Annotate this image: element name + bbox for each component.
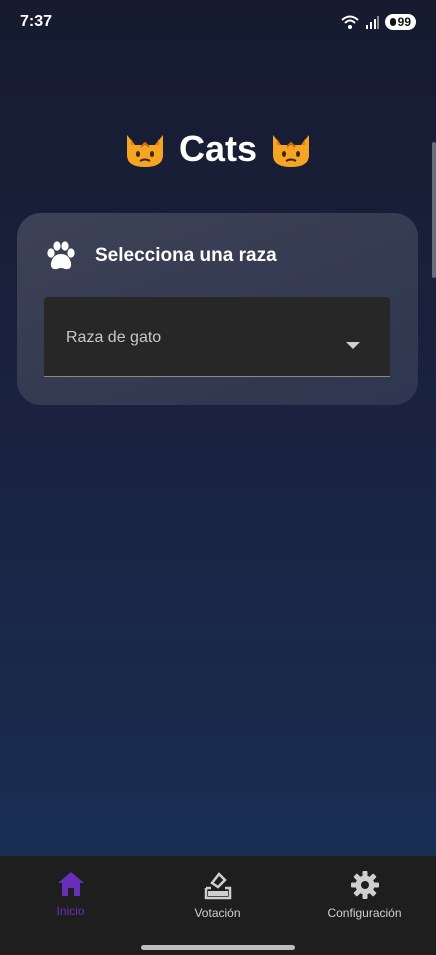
breed-dropdown[interactable]: Raza de gato xyxy=(44,297,390,377)
battery-icon xyxy=(389,18,396,26)
dropdown-label: Raza de gato xyxy=(66,329,162,346)
paw-icon xyxy=(47,241,75,270)
cat-face-icon xyxy=(126,135,163,167)
nav-label: Votación xyxy=(194,906,241,920)
card-header: Selecciona una raza xyxy=(45,241,277,271)
status-bar: 7:37 99 xyxy=(0,0,436,44)
gear-icon xyxy=(350,871,379,899)
app-title: Cats xyxy=(178,128,258,169)
battery-indicator: 99 xyxy=(384,14,416,30)
home-indicator[interactable] xyxy=(141,945,295,950)
bottom-navigation: Inicio Votación Configuración xyxy=(0,856,436,955)
battery-level: 99 xyxy=(397,15,411,29)
signal-icon xyxy=(365,16,379,29)
cat-face-icon xyxy=(273,135,310,167)
home-icon xyxy=(57,872,84,896)
card-title: Selecciona una raza xyxy=(95,245,277,266)
chevron-down-icon xyxy=(346,342,360,349)
nav-label: Inicio xyxy=(56,904,85,918)
nav-item-configuracion[interactable]: Configuración xyxy=(292,870,436,920)
nav-item-votacion[interactable]: Votación xyxy=(145,870,290,920)
wifi-icon xyxy=(340,15,359,29)
vote-icon xyxy=(204,872,231,900)
status-time: 7:37 xyxy=(20,13,53,30)
breed-selector-card: Selecciona una raza Raza de gato xyxy=(17,213,418,405)
page-title: Cats xyxy=(0,128,436,170)
status-icons: 99 xyxy=(340,14,416,30)
nav-label: Configuración xyxy=(327,906,402,920)
nav-item-inicio[interactable]: Inicio xyxy=(0,870,143,918)
